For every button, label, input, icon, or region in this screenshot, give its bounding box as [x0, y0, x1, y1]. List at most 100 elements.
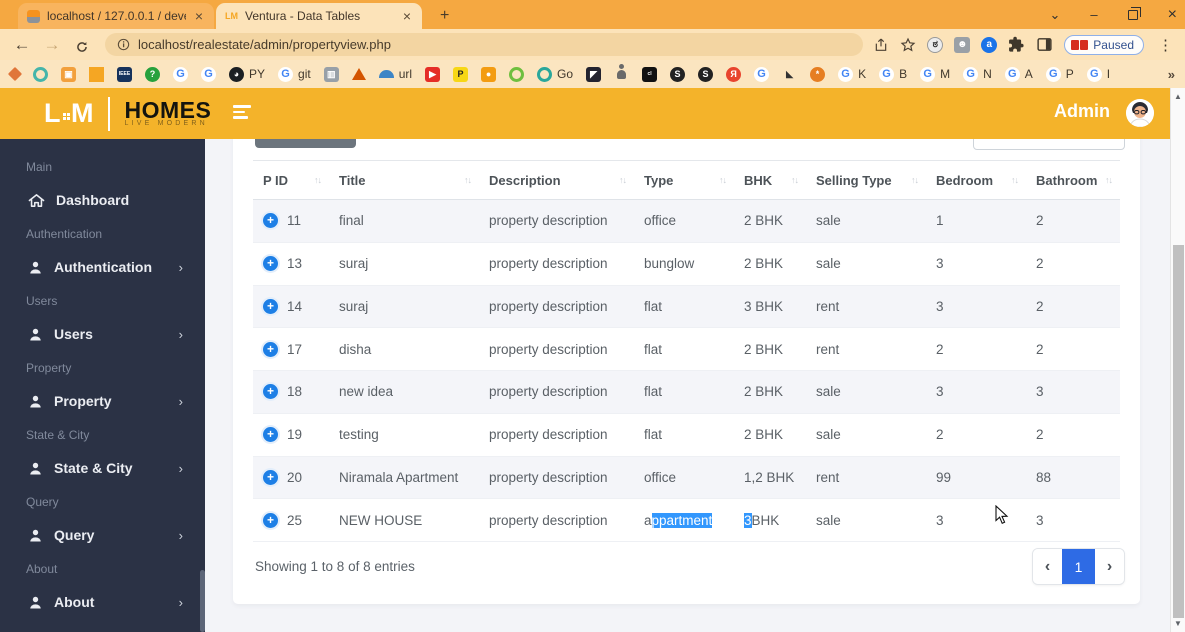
expand-row-icon[interactable]: +: [263, 469, 278, 485]
browser-menu-icon[interactable]: ⋮: [1155, 36, 1176, 54]
new-tab-button[interactable]: +: [434, 7, 455, 29]
extension-paused-button[interactable]: Paused: [1064, 34, 1144, 55]
bookmark-item[interactable]: G: [201, 66, 216, 82]
tab-close-icon[interactable]: ×: [193, 8, 205, 24]
add-property-button[interactable]: [255, 139, 356, 148]
bookmark-item[interactable]: GI: [1086, 66, 1110, 82]
table-row[interactable]: +18 new idea property description flat 2 BHK…: [253, 371, 1120, 414]
expand-row-icon[interactable]: +: [263, 512, 278, 528]
bookmark-item[interactable]: GB: [879, 66, 907, 82]
browser-tab-ventura[interactable]: LM Ventura - Data Tables ×: [216, 3, 422, 29]
table-row[interactable]: +19 testing property description flat 2 BHK s…: [253, 414, 1120, 457]
pagination-page-1-button[interactable]: 1: [1062, 549, 1095, 584]
sidebar-item-users[interactable]: Users ›: [0, 318, 205, 352]
bookmark-item[interactable]: ◤: [586, 66, 602, 82]
expand-row-icon[interactable]: +: [263, 384, 278, 400]
bookmark-item[interactable]: [509, 66, 525, 82]
column-header-selling-type[interactable]: Selling Type ↑↓: [806, 161, 926, 199]
bookmark-item[interactable]: GM: [920, 66, 950, 82]
expand-row-icon[interactable]: +: [263, 427, 278, 443]
sort-arrows-icon[interactable]: ↑↓: [314, 175, 322, 185]
bookmark-item[interactable]: ▥: [323, 66, 339, 82]
bookmark-item[interactable]: ◣: [782, 67, 797, 82]
sidebar-item-property[interactable]: Property ›: [0, 385, 205, 419]
pagination-next-button[interactable]: ›: [1095, 549, 1124, 584]
avatar[interactable]: [1126, 99, 1154, 127]
window-restore-button[interactable]: [1127, 6, 1141, 20]
column-header-bathroom[interactable]: Bathroom ↑↓: [1026, 161, 1120, 199]
sidebar-item-dashboard[interactable]: Dashboard: [0, 184, 205, 218]
bookmark-item[interactable]: url: [378, 67, 412, 81]
bookmark-item[interactable]: ●: [481, 66, 497, 82]
back-button[interactable]: ←: [9, 35, 35, 55]
tab-search-icon[interactable]: ⌄: [1050, 8, 1061, 21]
bookmark-item[interactable]: [33, 66, 48, 82]
bookmark-item[interactable]: P: [453, 66, 469, 82]
column-header-p-id[interactable]: P ID ↑↓: [253, 161, 329, 199]
column-header-bhk[interactable]: BHK ↑↓: [734, 161, 806, 199]
sidebar-item-authentication[interactable]: Authentication ›: [0, 251, 205, 285]
bookmark-item[interactable]: ◕ PY: [229, 66, 265, 82]
sort-arrows-icon[interactable]: ↑↓: [1105, 175, 1113, 185]
bookmark-item[interactable]: Ggit: [278, 66, 311, 82]
bookmark-item[interactable]: GA: [1004, 66, 1033, 82]
tab-close-icon[interactable]: ×: [401, 8, 413, 24]
side-panel-icon[interactable]: [1036, 36, 1053, 53]
column-header-type[interactable]: Type ↑↓: [634, 161, 734, 199]
bookmark-item[interactable]: S: [670, 66, 686, 82]
bookmark-item[interactable]: G: [754, 66, 770, 82]
bookmarks-overflow-icon[interactable]: »: [1168, 67, 1175, 82]
page-scrollbar[interactable]: ▲ ▼: [1170, 88, 1185, 632]
bookmark-item[interactable]: [614, 63, 629, 82]
scroll-up-icon[interactable]: ▲: [1171, 92, 1185, 101]
expand-row-icon[interactable]: +: [263, 341, 278, 357]
lm-homes-logo[interactable]: L M HOMES LIVE MODERN: [44, 96, 211, 131]
address-bar[interactable]: localhost/realestate/admin/propertyview.…: [105, 33, 864, 56]
site-info-icon[interactable]: [117, 38, 130, 51]
extension-panda-icon[interactable]: ಠ: [927, 36, 944, 53]
browser-tab-phpmyadmin[interactable]: localhost / 127.0.0.1 / developers ×: [18, 3, 214, 29]
bookmark-item[interactable]: GP: [1045, 66, 1074, 82]
expand-row-icon[interactable]: +: [263, 256, 278, 272]
sort-arrows-icon[interactable]: ↑↓: [719, 175, 727, 185]
sidebar-item-about[interactable]: About ›: [0, 586, 205, 620]
sort-arrows-icon[interactable]: ↑↓: [619, 175, 627, 185]
extension-a-icon[interactable]: a: [981, 36, 998, 53]
bookmark-item[interactable]: ▶: [425, 66, 441, 82]
column-header-bedroom[interactable]: Bedroom ↑↓: [926, 161, 1026, 199]
sidebar-item-query[interactable]: Query ›: [0, 519, 205, 553]
bookmark-item[interactable]: cl: [642, 66, 658, 82]
bookmark-item[interactable]: [7, 66, 23, 82]
column-header-title[interactable]: Title ↑↓: [329, 161, 479, 199]
table-row[interactable]: +20 Niramala Apartment property descriptio…: [253, 456, 1120, 500]
sort-arrows-icon[interactable]: ↑↓: [1011, 175, 1019, 185]
url-text[interactable]: localhost/realestate/admin/propertyview.…: [138, 37, 391, 52]
extension-profile-icon[interactable]: ☻: [954, 36, 971, 53]
table-row[interactable]: +11 final property description office 2 BHK s…: [253, 200, 1120, 243]
expand-row-icon[interactable]: +: [263, 213, 278, 229]
bookmark-item[interactable]: Go: [537, 66, 573, 82]
extensions-puzzle-icon[interactable]: [1008, 36, 1025, 53]
bookmark-item[interactable]: G: [173, 66, 188, 82]
bookmark-item[interactable]: S: [698, 66, 714, 82]
bookmark-item[interactable]: GK: [838, 66, 866, 82]
scrollbar-thumb[interactable]: [1173, 245, 1184, 618]
sidebar-item-state-city[interactable]: State & City ›: [0, 452, 205, 486]
table-row[interactable]: +14 suraj property description flat 3 BHK ren…: [253, 285, 1120, 329]
admin-user-label[interactable]: Admin: [1054, 101, 1110, 122]
sort-arrows-icon[interactable]: ↑↓: [464, 175, 472, 185]
table-row[interactable]: +25 NEW HOUSE property description a ppartme…: [253, 499, 1120, 542]
sort-arrows-icon[interactable]: ↑↓: [911, 175, 919, 185]
bookmark-item[interactable]: [351, 68, 366, 80]
table-row[interactable]: +17 disha property description flat 2 BHK ren…: [253, 328, 1120, 371]
bookmark-item[interactable]: [89, 66, 104, 82]
share-icon[interactable]: [873, 37, 889, 53]
sidebar-toggle-icon[interactable]: [233, 105, 251, 119]
bookmark-item[interactable]: Я: [726, 66, 742, 82]
bookmark-item[interactable]: IEEE: [117, 66, 132, 82]
bookmark-item[interactable]: ▣: [61, 66, 76, 82]
window-minimize-button[interactable]: –: [1090, 8, 1097, 21]
table-row[interactable]: +13 suraj property description bunglow 2 BHK…: [253, 243, 1120, 286]
sort-arrows-icon[interactable]: ↑↓: [791, 175, 799, 185]
expand-row-icon[interactable]: +: [263, 298, 278, 314]
